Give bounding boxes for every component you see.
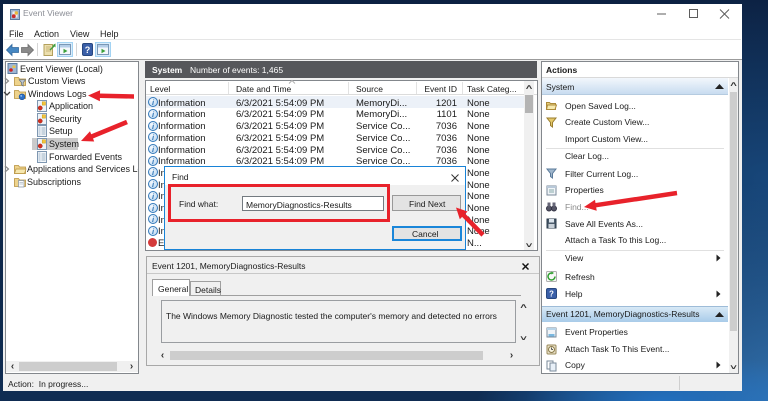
svg-text:?: ? bbox=[549, 290, 554, 299]
